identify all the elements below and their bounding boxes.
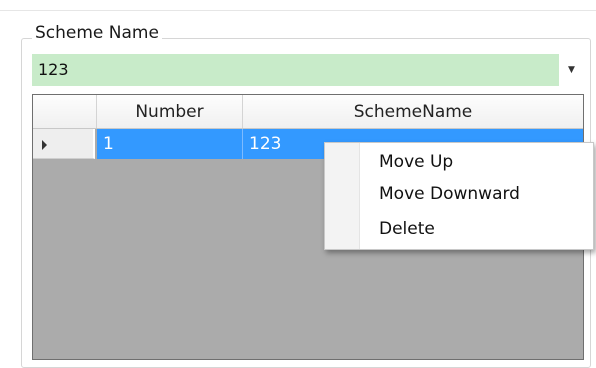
menu-item-label: Delete [379,219,435,239]
dropdown-arrow-icon[interactable]: ▼ [559,54,584,86]
menu-item-delete[interactable]: Delete [327,213,591,245]
grid-header-row: Number SchemeName [33,95,583,129]
column-header-schemename[interactable]: SchemeName [243,95,583,128]
combobox-value-area[interactable]: 123 [32,54,559,86]
context-menu: Move Up Move Downward Delete [324,142,594,250]
combobox-value: 123 [38,60,69,79]
menu-item-move-up[interactable]: Move Up [327,146,591,178]
top-divider [0,10,596,11]
grid-corner-header[interactable] [33,95,97,128]
current-row-arrow-icon [42,140,47,150]
row-header[interactable] [33,129,95,159]
cell-number[interactable]: 1 [97,129,243,159]
column-header-number[interactable]: Number [97,95,243,128]
scheme-group-caption: Scheme Name [32,22,162,44]
menu-item-label: Move Downward [379,184,520,204]
menu-item-move-downward[interactable]: Move Downward [327,178,591,210]
menu-item-label: Move Up [379,152,454,172]
scheme-name-combobox[interactable]: 123 ▼ [32,54,584,86]
